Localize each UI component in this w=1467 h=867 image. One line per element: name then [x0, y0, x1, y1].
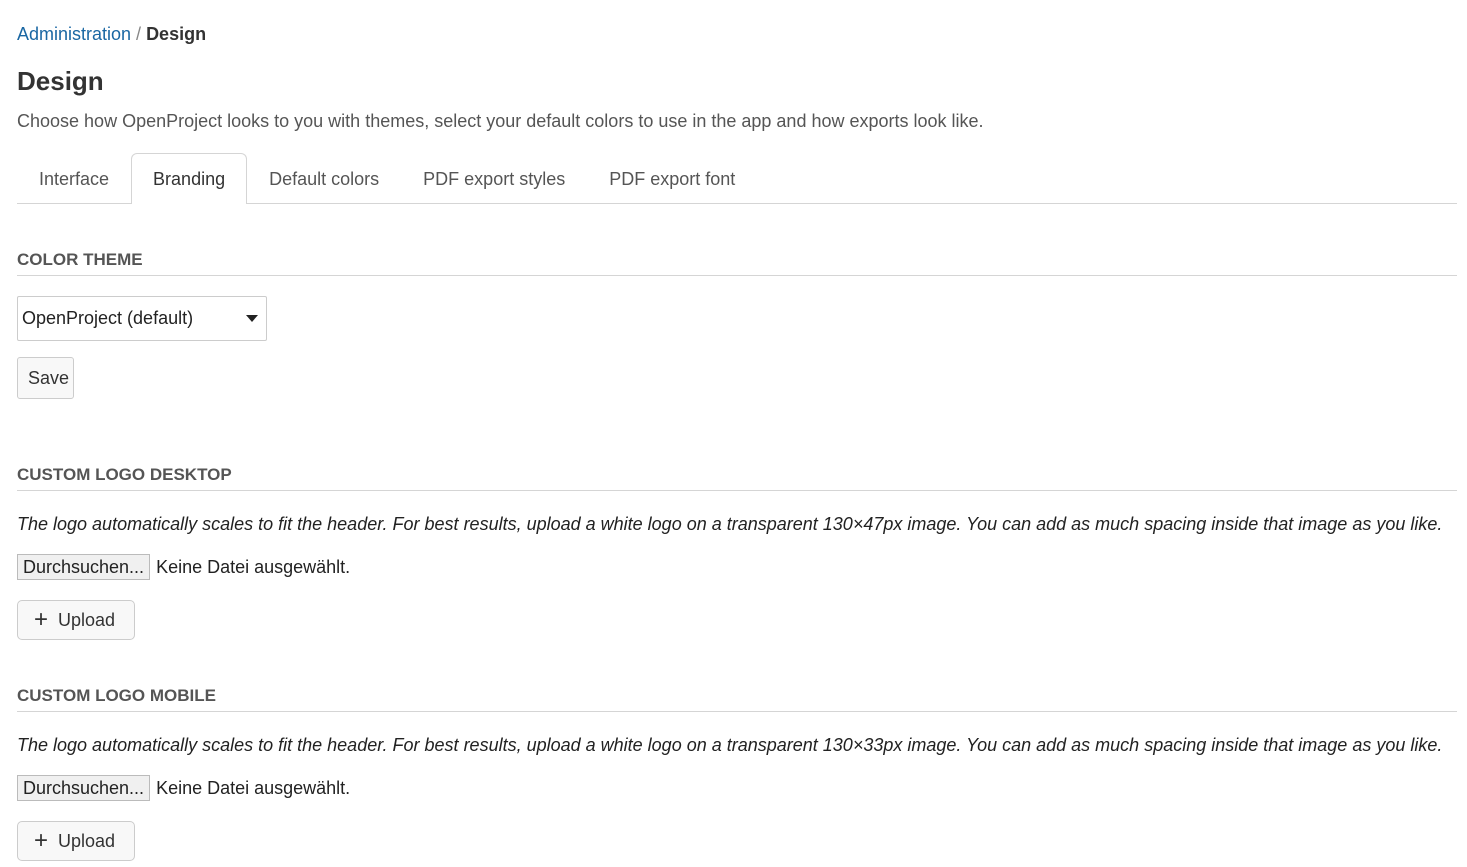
custom-logo-desktop-file-status: Keine Datei ausgewählt. — [156, 556, 351, 577]
custom-logo-desktop-header: CUSTOM LOGO DESKTOP — [17, 464, 1457, 491]
upload-label: Upload — [58, 609, 116, 630]
breadcrumb-administration-link[interactable]: Administration — [17, 24, 131, 44]
custom-logo-desktop-browse-button[interactable]: Durchsuchen... — [17, 554, 151, 580]
caret-down-icon — [246, 315, 258, 322]
tab-pdf-export-font[interactable]: PDF export font — [587, 154, 757, 204]
plus-icon: + — [34, 606, 49, 633]
custom-logo-mobile-help: The logo automatically scales to fit the… — [17, 735, 1443, 755]
plus-icon: + — [34, 827, 49, 854]
color-theme-header: COLOR THEME — [17, 249, 1457, 276]
tab-default-colors[interactable]: Default colors — [247, 154, 401, 204]
page-title: Design — [17, 66, 104, 96]
custom-logo-desktop-upload-button[interactable]: + Upload — [17, 600, 135, 640]
tab-bar: Interface Branding Default colors PDF ex… — [17, 153, 1457, 204]
color-theme-selected-value: OpenProject (default) — [22, 308, 194, 328]
custom-logo-mobile-file-status: Keine Datei ausgewählt. — [156, 777, 351, 798]
page-description: Choose how OpenProject looks to you with… — [17, 111, 984, 131]
tab-branding[interactable]: Branding — [131, 153, 248, 204]
color-theme-select[interactable]: OpenProject (default) — [17, 296, 267, 341]
design-page: Administration / Design Design Choose how … — [0, 0, 1467, 867]
custom-logo-desktop-help: The logo automatically scales to fit the… — [17, 514, 1443, 534]
breadcrumb-current: Design — [146, 24, 207, 44]
tab-interface[interactable]: Interface — [17, 154, 131, 204]
tab-pdf-export-styles[interactable]: PDF export styles — [401, 154, 587, 204]
save-button[interactable]: Save — [17, 357, 74, 399]
custom-logo-mobile-header: CUSTOM LOGO MOBILE — [17, 685, 1457, 712]
upload-label: Upload — [58, 830, 116, 851]
custom-logo-mobile-upload-button[interactable]: + Upload — [17, 821, 135, 861]
breadcrumb-separator: / — [136, 24, 142, 44]
custom-logo-desktop-file-input: Durchsuchen... Keine Datei ausgewählt. — [17, 554, 350, 580]
breadcrumb: Administration / Design — [17, 22, 206, 46]
custom-logo-mobile-file-input: Durchsuchen... Keine Datei ausgewählt. — [17, 775, 350, 801]
custom-logo-mobile-browse-button[interactable]: Durchsuchen... — [17, 775, 151, 801]
